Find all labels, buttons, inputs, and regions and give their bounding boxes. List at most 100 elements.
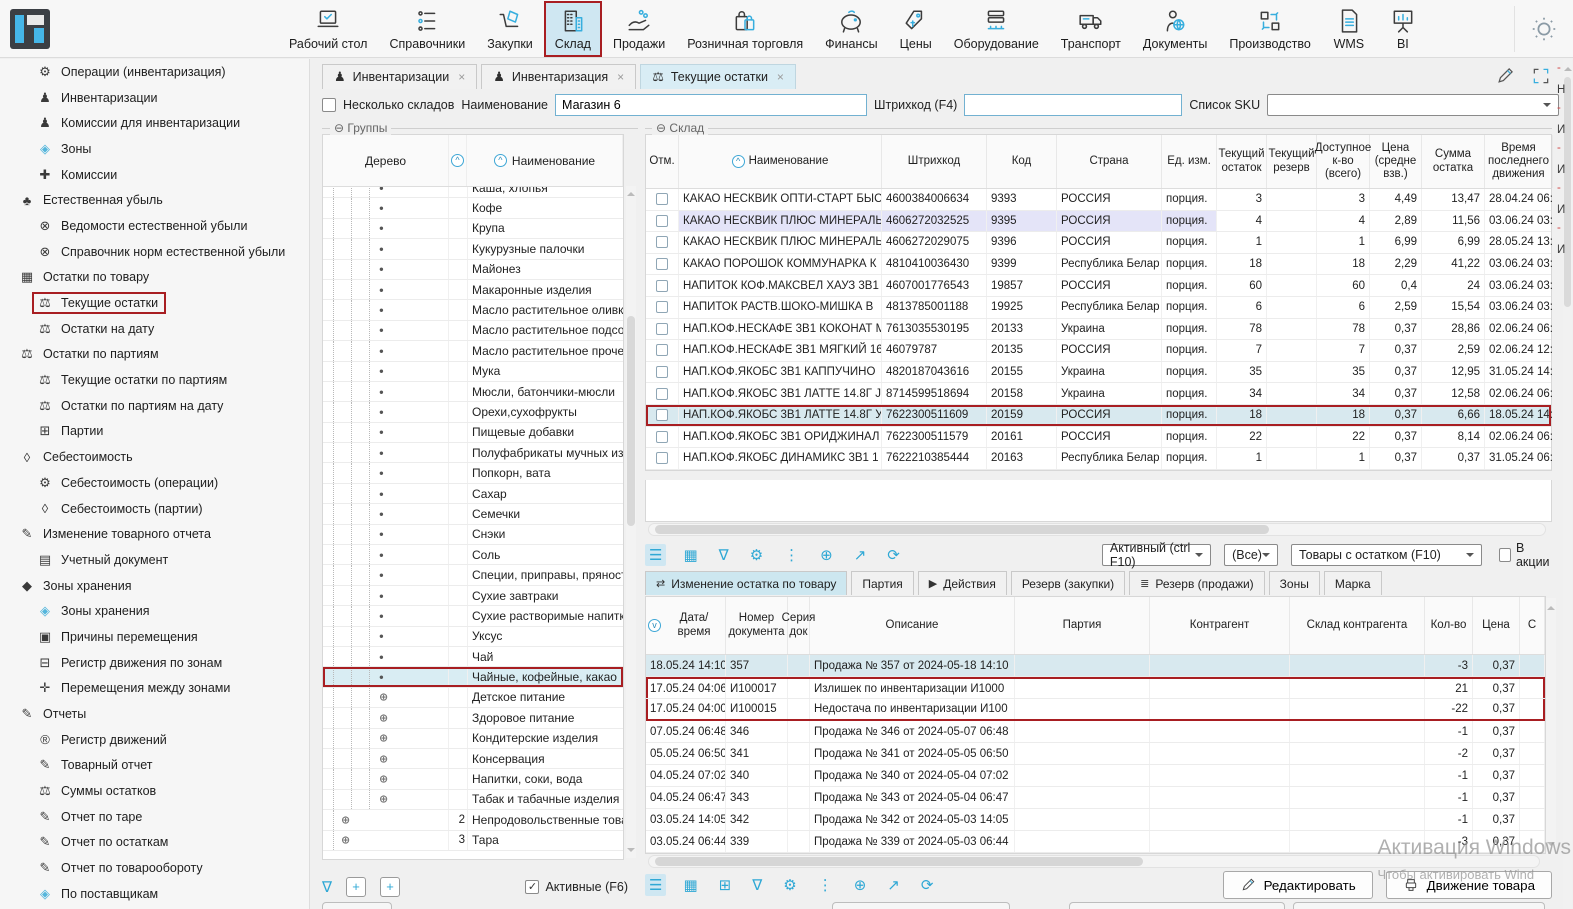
warehouse-name-input[interactable] xyxy=(555,94,867,116)
column-header-8[interactable]: Доступное к-во (всего) xyxy=(1317,135,1370,188)
product-row[interactable]: НАП.КОФ.ЯКОБС 3В1 ЛАТТЕ 14.8Г JA87145995… xyxy=(646,383,1551,405)
collapse-icon[interactable]: ⊖ xyxy=(656,121,666,135)
groups-scrollbar[interactable] xyxy=(626,186,636,858)
sidebar-item-себестоимость[interactable]: ◊Себестоимость xyxy=(0,444,309,470)
sidebar-item-товарный-отчет[interactable]: ✎Товарный отчет xyxy=(0,753,309,779)
movements-hscrollbar[interactable] xyxy=(648,855,1540,868)
module-оборудование[interactable]: Оборудование xyxy=(943,1,1050,57)
close-tab-icon[interactable]: × xyxy=(617,70,624,84)
detail-tab-марка[interactable]: Марка xyxy=(1324,571,1382,595)
sidebar-item-себестоимость-партии[interactable]: ◊Себестоимость (партии) xyxy=(0,496,309,522)
sidebar-item-текущие-остатки-по-партиям[interactable]: ⚖Текущие остатки по партиям xyxy=(0,367,309,393)
group-row[interactable]: ●Специи, приправы, пряности xyxy=(323,565,623,585)
sidebar-item-ведомости-естественной-убыли[interactable]: ⊗Ведомости естественной убыли xyxy=(0,213,309,239)
movement-row[interactable]: 17.05.24 04:00И100015Недостача по инвент… xyxy=(646,699,1545,721)
product-row[interactable]: КАКАО НЕСКВИК ОПТИ-СТАРТ БЫС460038400663… xyxy=(646,189,1551,211)
group-row[interactable]: ●Соль xyxy=(323,545,623,565)
promo-checkbox[interactable] xyxy=(1499,548,1511,562)
sidebar-item-суммы-остатков[interactable]: ⚖Суммы остатков xyxy=(0,778,309,804)
row-checkbox[interactable] xyxy=(656,452,668,464)
column-header-0[interactable]: vДата/время xyxy=(646,597,726,654)
row-checkbox[interactable] xyxy=(656,388,668,400)
export-icon[interactable]: ↗ xyxy=(883,874,904,896)
active-groups-checkbox[interactable] xyxy=(525,880,539,894)
sidebar-item-операции-инвентаризация[interactable]: ⚙Операции (инвентаризация) xyxy=(0,59,309,85)
column-sort[interactable]: ^ xyxy=(449,135,467,186)
row-checkbox[interactable] xyxy=(656,193,668,205)
sidebar-item-зоны-хранения[interactable]: ◆Зоны хранения xyxy=(0,573,309,599)
sidebar-item-причины-перемещения[interactable]: ▣Причины перемещения xyxy=(0,624,309,650)
detail-tab-партия[interactable]: Партия xyxy=(851,571,913,595)
group-row[interactable]: ●Макаронные изделия xyxy=(323,280,623,300)
refresh-icon[interactable]: ⟳ xyxy=(883,544,904,566)
column-header-6[interactable]: Текущий остаток xyxy=(1217,135,1267,188)
sidebar-item-себестоимость-операции[interactable]: ⚙Себестоимость (операции) xyxy=(0,470,309,496)
product-row[interactable]: НАП.КОФ.ЯКОБС 3В1 ЛАТТЕ 14.8Г У762230051… xyxy=(646,405,1551,427)
warehouse-hscrollbar[interactable] xyxy=(648,523,1546,536)
sidebar-item-зоны-хранения[interactable]: ◈Зоны хранения xyxy=(0,598,309,624)
sidebar-item-перемещения-между-зонами[interactable]: ✛Перемещения между зонами xyxy=(0,676,309,702)
module-склад[interactable]: Склад xyxy=(544,1,602,57)
sidebar-item-отчет-по-товарообороту[interactable]: ✎Отчет по товарообороту xyxy=(0,855,309,881)
add-subgroup-icon[interactable]: + xyxy=(380,877,400,897)
goods-movement-button[interactable]: Движение товара xyxy=(1386,871,1552,899)
group-row[interactable]: ●Мюсли, батончики-мюсли xyxy=(323,382,623,402)
group-row[interactable]: ●Сухие завтраки xyxy=(323,586,623,606)
expand-plus-icon[interactable]: ⊕ xyxy=(341,813,350,826)
column-header-6[interactable]: Склад контрагента xyxy=(1290,597,1425,654)
group-row[interactable]: ●Майонез xyxy=(323,260,623,280)
column-header-3[interactable]: Код xyxy=(987,135,1057,188)
tab-текущие-остатки[interactable]: ⚖Текущие остатки× xyxy=(640,64,796,89)
sort-asc-icon[interactable]: ^ xyxy=(732,155,745,168)
module-продажи[interactable]: Продажи xyxy=(602,1,676,57)
column-header-5[interactable]: Ед. изм. xyxy=(1162,135,1217,188)
movement-row[interactable]: 03.05.24 06:44339Продажа № 339 от 2024-0… xyxy=(646,831,1545,853)
sidebar-item-остатки-по-товару[interactable]: ▦Остатки по товару xyxy=(0,265,309,291)
group-row[interactable]: ●Орехи,сухофрукты xyxy=(323,402,623,422)
sidebar-item-остатки-по-партиям-на-дату[interactable]: ⚖Остатки по партиям на дату xyxy=(0,393,309,419)
group-row[interactable]: ●Масло растительное подсолнечное xyxy=(323,321,623,341)
group-row[interactable]: ●Каша, хлопья xyxy=(323,187,623,198)
group-row[interactable]: ●Кукурузные палочки xyxy=(323,239,623,259)
expand-plus-icon[interactable]: ⊕ xyxy=(379,752,388,765)
refresh-icon[interactable]: ⟳ xyxy=(917,874,938,896)
column-header-1[interactable]: ^Наименование xyxy=(679,135,882,188)
product-row[interactable]: НАП.КОФ.НЕСКАФЕ 3В1 КОКОНАТ М76130355301… xyxy=(646,319,1551,341)
scrollbar-thumb[interactable] xyxy=(627,316,635,526)
row-checkbox[interactable] xyxy=(656,323,668,335)
sidebar-item-справочник-норм-естественной-убыли[interactable]: ⊗Справочник норм естественной убыли xyxy=(0,239,309,265)
sidebar-item-изменение-товарного-отчета[interactable]: ✎Изменение товарного отчета xyxy=(0,521,309,547)
group-row[interactable]: ●Полуфабрикаты мучных изделий xyxy=(323,443,623,463)
scroll-down-icon[interactable] xyxy=(1547,842,1555,850)
sidebar-item-учетный-документ[interactable]: ▤Учетный документ xyxy=(0,547,309,573)
sidebar-item-отчет-по-таре[interactable]: ✎Отчет по таре xyxy=(0,804,309,830)
theme-sun-icon[interactable] xyxy=(1529,14,1559,44)
row-checkbox[interactable] xyxy=(656,344,668,356)
row-checkbox[interactable] xyxy=(656,236,668,248)
column-header-9[interactable]: Цена (средне взв.) xyxy=(1370,135,1422,188)
settings-gear-icon[interactable]: ⚙ xyxy=(746,544,767,566)
sidebar-item-комиссии-для-инвентаризации[interactable]: ♟Комиссии для инвентаризации xyxy=(0,110,309,136)
list-view-icon[interactable]: ☰ xyxy=(645,874,666,896)
detail-tab-действия[interactable]: ▶Действия xyxy=(918,571,1007,595)
expand-plus-icon[interactable]: ⊕ xyxy=(379,732,388,745)
row-checkbox[interactable] xyxy=(656,366,668,378)
scroll-up-icon[interactable] xyxy=(627,188,635,196)
tab-инвентаризация[interactable]: ♟Инвентаризация× xyxy=(481,64,636,89)
filter-icon[interactable]: ∇ xyxy=(322,878,332,896)
status-filter-select[interactable]: Активный (ctrl F10) xyxy=(1102,544,1211,566)
tab-инвентаризации[interactable]: ♟Инвентаризации× xyxy=(322,64,477,89)
group-row[interactable]: ⊕Здоровое питание xyxy=(323,708,623,728)
module-производство[interactable]: Производство xyxy=(1218,1,1322,57)
detail-tab-зоны[interactable]: Зоны xyxy=(1269,571,1320,595)
scope-filter-select[interactable]: (Все) xyxy=(1224,544,1278,566)
column-header-11[interactable]: Время последнего движения xyxy=(1485,135,1553,188)
group-row[interactable]: ⊕Консервация xyxy=(323,749,623,769)
group-row[interactable]: ●Чай xyxy=(323,647,623,667)
product-row[interactable]: НАП.КОФ.ЯКОБС ДИНАМИКС 3В1 1762221038544… xyxy=(646,448,1551,470)
grid-view-icon[interactable]: ▦ xyxy=(679,544,701,566)
module-рабочий-стол[interactable]: Рабочий стол xyxy=(278,1,378,57)
sort-asc-icon[interactable]: ^ xyxy=(494,154,507,167)
sidebar-item-текущие-остатки[interactable]: ⚖Текущие остатки xyxy=(0,290,309,316)
grid-view-icon[interactable]: ▦ xyxy=(679,874,701,896)
